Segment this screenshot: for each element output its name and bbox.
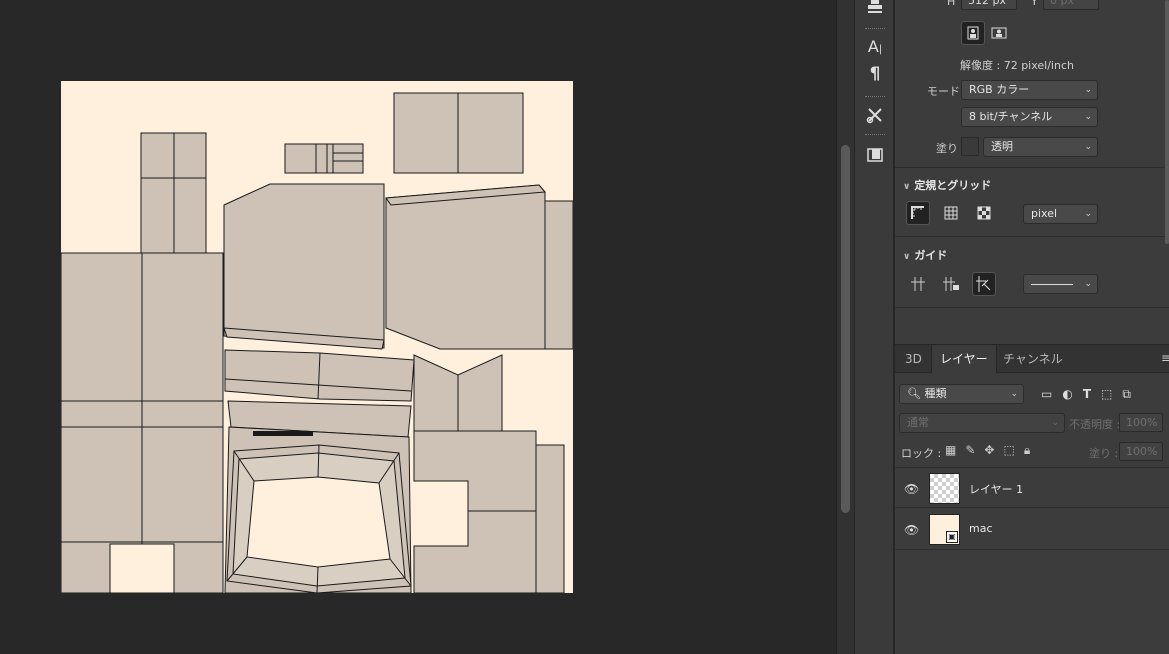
line-style-preview xyxy=(1031,284,1073,285)
layer-thumbnail xyxy=(929,473,960,504)
mode-dropdown[interactable]: RGB カラー ⌄ xyxy=(961,80,1098,100)
lock-image-icon[interactable]: ✎ xyxy=(965,443,975,458)
scrollbar-thumb[interactable] xyxy=(841,145,850,513)
lock-icon-group: ▦ ✎ ✥ ⬚ 🔒︎ xyxy=(945,443,1030,458)
chevron-down-icon: ⌄ xyxy=(1084,142,1092,152)
lock-label: ロック : xyxy=(901,447,942,460)
lock-guides-icon[interactable] xyxy=(939,272,963,296)
panel-grip[interactable] xyxy=(865,28,885,31)
filter-value: 種類 xyxy=(924,387,947,400)
landscape-icon[interactable] xyxy=(987,21,1011,45)
resolution-text: 解像度 : 72 pixel/inch xyxy=(960,59,1074,72)
chevron-down-icon: ⌄ xyxy=(1051,418,1059,428)
properties-scrollbar[interactable] xyxy=(1165,0,1169,244)
layers-panel: 3D レイヤー チャンネル ≡ 🔍︎ 種類 ⌄ ▭ ◐ T ⬚ ⧉ 通常 ⌄ 不透… xyxy=(895,344,1169,654)
tab-layers[interactable]: レイヤー xyxy=(931,345,997,373)
layer-name[interactable]: レイヤー 1 xyxy=(969,481,1023,497)
divider xyxy=(895,307,1169,308)
layer-filter-dropdown[interactable]: 🔍︎ 種類 ⌄ xyxy=(899,384,1024,404)
transparency-grid-icon[interactable] xyxy=(972,201,996,225)
fill-swatch[interactable] xyxy=(961,137,979,156)
chevron-down-icon: ∨ xyxy=(903,182,911,192)
smart-object-filter-icon[interactable]: ⧉ xyxy=(1122,387,1131,402)
mode-label: モード xyxy=(927,85,960,98)
chevron-down-icon: ⌄ xyxy=(1084,85,1092,95)
layer-panel-tabs: 3D レイヤー チャンネル ≡ xyxy=(895,345,1169,373)
adjustment-filter-icon[interactable]: ◐ xyxy=(1062,387,1072,402)
lock-position-icon[interactable]: ✥ xyxy=(984,443,994,458)
eye-icon[interactable]: 👁︎ xyxy=(904,523,919,537)
guides-section-header[interactable]: ∨ ガイド xyxy=(903,247,947,263)
height-label: H xyxy=(947,0,956,8)
guides-icon[interactable] xyxy=(906,272,930,296)
lock-artboard-icon[interactable]: ⬚ xyxy=(1003,443,1014,458)
layer-row[interactable]: 👁︎ レイヤー 1 xyxy=(895,467,1169,508)
properties-panel: H 512 px Y 0 px 解像度 : 72 pixel/inch モード … xyxy=(895,0,1169,344)
blend-mode-dropdown[interactable]: 通常 ⌄ xyxy=(899,413,1065,433)
ruler-icon[interactable] xyxy=(906,201,930,225)
fill-value: 透明 xyxy=(991,140,1013,153)
grid-icon[interactable] xyxy=(939,201,963,225)
layer-thumbnail: ▣ xyxy=(929,514,960,545)
layer-fill-field[interactable]: 100% xyxy=(1119,442,1163,461)
chevron-down-icon: ⌄ xyxy=(1084,279,1092,289)
y-label: Y xyxy=(1031,0,1038,8)
divider xyxy=(895,236,1169,237)
document-canvas[interactable] xyxy=(61,81,573,593)
guides-title: ガイド xyxy=(914,249,948,262)
paragraph-icon[interactable]: ¶ xyxy=(863,62,887,86)
bit-depth-dropdown[interactable]: 8 bit/チャンネル ⌄ xyxy=(961,107,1098,127)
opacity-field[interactable]: 100% xyxy=(1119,413,1163,432)
panel-menu-icon[interactable]: ≡ xyxy=(1161,351,1169,365)
layer-row[interactable]: 👁︎ ▣ mac xyxy=(895,509,1169,550)
shape-filter-icon[interactable]: ⬚ xyxy=(1101,387,1112,402)
portrait-icon[interactable] xyxy=(961,21,985,45)
divider xyxy=(895,167,1169,168)
uv-layout-image xyxy=(61,92,573,593)
bit-depth-value: 8 bit/チャンネル xyxy=(969,110,1053,123)
mode-value: RGB カラー xyxy=(969,83,1030,96)
lock-transparent-icon[interactable]: ▦ xyxy=(945,443,956,458)
layer-name[interactable]: mac xyxy=(969,522,993,535)
height-field[interactable]: 512 px xyxy=(961,0,1017,10)
smart-guides-icon[interactable] xyxy=(972,272,996,296)
tool-presets-icon[interactable] xyxy=(863,103,887,127)
type-filter-icon[interactable]: T xyxy=(1083,387,1091,402)
fill-label: 塗り xyxy=(936,142,958,155)
lock-all-icon[interactable]: 🔒︎ xyxy=(1024,443,1030,458)
stamp-icon[interactable] xyxy=(863,0,887,18)
image-filter-icon[interactable]: ▭ xyxy=(1041,387,1052,402)
chevron-down-icon: ⌄ xyxy=(1084,209,1092,219)
canvas-workspace[interactable] xyxy=(0,0,836,654)
libraries-icon[interactable] xyxy=(863,143,887,167)
chevron-down-icon: ∨ xyxy=(903,252,911,262)
units-dropdown[interactable]: pixel ⌄ xyxy=(1023,204,1098,224)
fill-dropdown[interactable]: 透明 ⌄ xyxy=(983,137,1098,157)
chevron-down-icon: ⌄ xyxy=(1084,112,1092,122)
eye-icon[interactable]: 👁︎ xyxy=(904,482,919,496)
units-value: pixel xyxy=(1031,207,1058,220)
panel-grip[interactable] xyxy=(865,96,885,99)
layer-fill-label: 塗り : xyxy=(1089,447,1119,460)
panel-grip[interactable] xyxy=(865,134,885,137)
character-icon[interactable]: A| xyxy=(863,34,887,58)
vertical-scrollbar[interactable] xyxy=(836,0,854,654)
smart-object-icon: ▣ xyxy=(946,531,958,543)
opacity-label: 不透明度 : xyxy=(1069,418,1121,431)
y-field[interactable]: 0 px xyxy=(1043,0,1099,10)
filter-icon-group: ▭ ◐ T ⬚ ⧉ xyxy=(1041,387,1131,402)
blend-mode-value: 通常 xyxy=(907,416,929,429)
tab-3d[interactable]: 3D xyxy=(897,345,930,373)
chevron-down-icon: ⌄ xyxy=(1010,389,1018,399)
rulers-grid-title: 定規とグリッド xyxy=(914,179,992,192)
panel-icon-column: A| ¶ xyxy=(854,0,894,654)
tab-channels[interactable]: チャンネル xyxy=(995,345,1071,373)
search-icon: 🔍︎ xyxy=(907,387,921,400)
guide-line-style-dropdown[interactable]: ⌄ xyxy=(1023,274,1098,294)
rulers-grid-section-header[interactable]: ∨ 定規とグリッド xyxy=(903,177,991,193)
